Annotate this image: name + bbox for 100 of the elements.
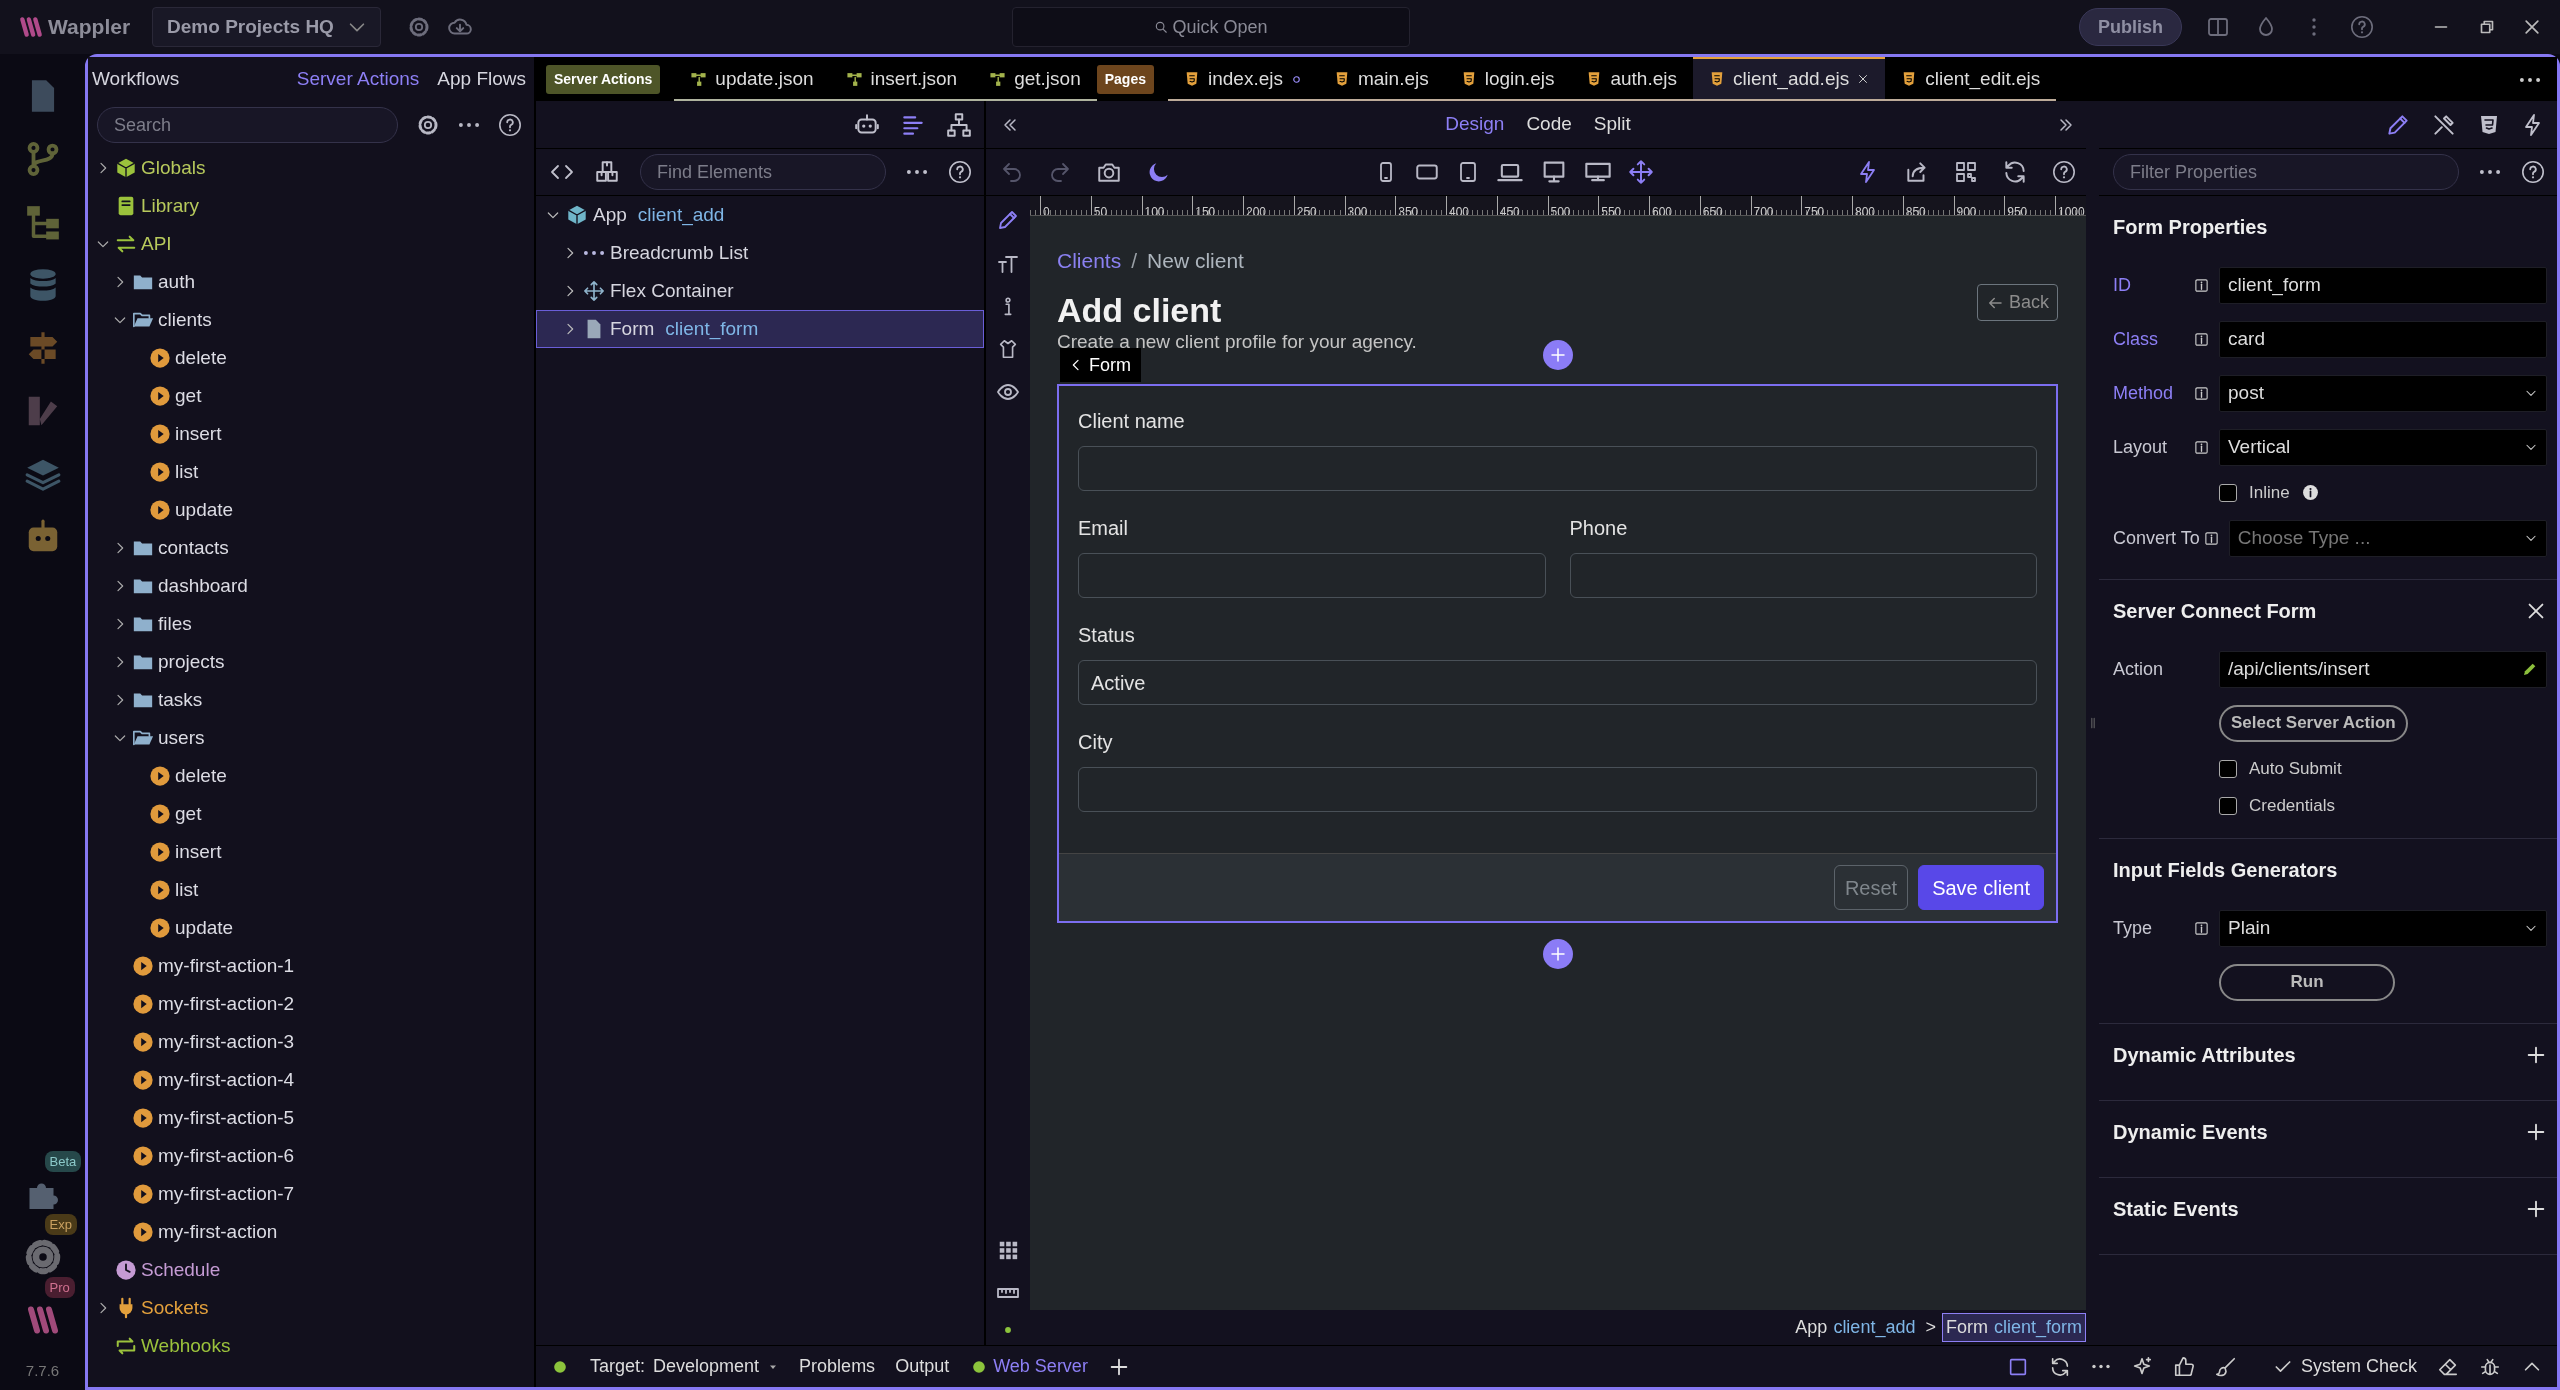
help-icon[interactable] xyxy=(2521,160,2545,184)
tree-item[interactable]: Globals xyxy=(88,149,534,187)
tree-item[interactable]: clients xyxy=(88,301,534,339)
plus-icon[interactable] xyxy=(2525,1044,2547,1066)
input-field[interactable] xyxy=(1569,553,2037,598)
tree-item[interactable]: API xyxy=(88,225,534,263)
more-icon[interactable] xyxy=(906,169,928,175)
quick-open-button[interactable]: Quick Open xyxy=(1012,7,1410,47)
checkbox[interactable] xyxy=(2219,796,2237,815)
add-element-button[interactable] xyxy=(1542,340,1573,370)
close-icon[interactable] xyxy=(2522,17,2542,37)
select-field[interactable]: Vertical xyxy=(2219,428,2547,466)
more-icon[interactable] xyxy=(2090,1364,2111,1369)
shirt-icon[interactable] xyxy=(997,338,1019,360)
editor-tab[interactable]: index.ejs xyxy=(1167,57,1318,101)
tree-item[interactable]: my-first-action-7 xyxy=(88,1175,534,1213)
tree-item[interactable]: my-first-action-4 xyxy=(88,1061,534,1099)
view-mode-tab[interactable]: Code xyxy=(1526,110,1572,139)
input-field[interactable] xyxy=(1078,553,1546,598)
pencil-icon[interactable] xyxy=(2522,661,2538,677)
panel-tab[interactable]: Server Actions xyxy=(296,64,420,94)
tree-item[interactable]: projects xyxy=(88,643,534,681)
undo-icon[interactable] xyxy=(1000,160,1024,184)
view-mode-tab[interactable]: Design xyxy=(1445,110,1505,139)
breadcrumb-link[interactable]: Clients xyxy=(1057,245,1122,277)
editor-tab[interactable]: client_edit.ejs xyxy=(1885,57,2057,101)
tree-item[interactable]: my-first-action-5 xyxy=(88,1099,534,1137)
project-dropdown[interactable]: Demo Projects HQ xyxy=(152,7,381,47)
tree-item[interactable]: list xyxy=(88,871,534,909)
tree-item[interactable]: Library xyxy=(88,187,534,225)
tree-item[interactable]: get xyxy=(88,795,534,833)
tree-item[interactable]: delete xyxy=(88,757,534,795)
input-field[interactable]: card xyxy=(2219,320,2547,358)
move-arrows-icon[interactable] xyxy=(1628,159,1654,185)
tree-item[interactable]: my-first-action xyxy=(88,1213,534,1251)
brush-icon[interactable] xyxy=(2214,1355,2237,1378)
web-server-button[interactable]: Web Server xyxy=(969,1353,1088,1380)
tree-item[interactable]: Schedule xyxy=(88,1251,534,1289)
tree-item[interactable]: delete xyxy=(88,339,534,377)
tree-item[interactable]: Flex Container xyxy=(536,272,984,310)
search-field[interactable]: Search xyxy=(97,107,398,143)
input-field[interactable] xyxy=(1078,767,2037,812)
settings-icon[interactable] xyxy=(416,113,440,137)
grid-icon[interactable] xyxy=(997,1239,1019,1261)
tree-item[interactable]: tasks xyxy=(88,681,534,719)
view-mode-tab[interactable]: Split xyxy=(1593,110,1631,139)
tree-item[interactable]: contacts xyxy=(88,529,534,567)
path-item[interactable]: App client_add xyxy=(1791,1313,1920,1342)
action-button[interactable]: Select Server Action xyxy=(2219,704,2408,742)
tree-item[interactable]: users xyxy=(88,719,534,757)
tree-item[interactable]: Breadcrumb List xyxy=(536,234,984,272)
select-field[interactable]: Choose Type ... xyxy=(2228,519,2547,557)
help-icon[interactable] xyxy=(2052,160,2076,184)
panel-tab[interactable]: App Flows xyxy=(437,64,526,94)
panel-tab[interactable]: Problems xyxy=(799,1353,876,1380)
publish-button[interactable]: Publish xyxy=(2079,8,2182,46)
plus-icon[interactable] xyxy=(2525,1198,2547,1220)
more-icon[interactable] xyxy=(2479,169,2501,175)
close-icon[interactable] xyxy=(1857,73,1870,85)
sitemap-icon[interactable] xyxy=(946,111,972,138)
editor-tab[interactable]: login.ejs xyxy=(1444,57,1571,101)
input-field[interactable] xyxy=(1078,446,2037,491)
filter-field[interactable]: Filter Properties xyxy=(2113,154,2459,190)
help-icon[interactable] xyxy=(948,160,972,184)
path-item[interactable]: Form client_form xyxy=(1941,1313,2086,1342)
save-button[interactable]: Save client xyxy=(1918,865,2044,910)
tree-item[interactable]: get xyxy=(88,377,534,415)
select-field[interactable]: Active xyxy=(1078,660,2037,705)
tree-item[interactable]: my-first-action-1 xyxy=(88,947,534,985)
element-tag[interactable]: Form xyxy=(1060,348,1141,382)
tree-item[interactable]: Sockets xyxy=(88,1289,534,1327)
action-button[interactable]: Run xyxy=(2219,963,2395,1001)
tree-item[interactable]: files xyxy=(88,605,534,643)
tree-item[interactable]: Webhooks xyxy=(88,1327,534,1365)
add-element-button[interactable] xyxy=(1542,939,1573,969)
panel-tab[interactable]: Output xyxy=(895,1353,950,1380)
redo-icon[interactable] xyxy=(1048,160,1072,184)
tree-item[interactable]: my-first-action-6 xyxy=(88,1137,534,1175)
checkbox[interactable] xyxy=(2219,483,2237,502)
tree-item[interactable]: insert xyxy=(88,833,534,871)
editor-tab[interactable]: main.ejs xyxy=(1317,57,1445,101)
back-button[interactable]: Back xyxy=(1976,284,2058,321)
gear-icon[interactable] xyxy=(24,1239,61,1275)
editor-tab[interactable]: client_add.ejs xyxy=(1693,57,1886,101)
tree-item[interactable]: App client_add xyxy=(536,196,984,234)
input-field[interactable]: /api/clients/insert xyxy=(2219,650,2547,688)
tree-item[interactable]: my-first-action-2 xyxy=(88,985,534,1023)
tree-item[interactable]: insert xyxy=(88,415,534,453)
input-field[interactable]: client_form xyxy=(2219,266,2547,304)
tree-item[interactable]: list xyxy=(88,453,534,491)
qr-code-icon[interactable] xyxy=(1954,160,1978,184)
find-field[interactable]: Find Elements xyxy=(640,154,886,190)
components-icon[interactable] xyxy=(594,159,620,185)
refresh-icon[interactable] xyxy=(2002,159,2028,185)
thumbs-up-icon[interactable] xyxy=(2172,1355,2195,1378)
tree-item[interactable]: auth xyxy=(88,263,534,301)
system-check-button[interactable]: System Check xyxy=(2272,1353,2417,1380)
more-icon[interactable] xyxy=(2519,76,2541,83)
reset-button[interactable]: Reset xyxy=(1833,865,1909,910)
select-field[interactable]: post xyxy=(2219,374,2547,412)
